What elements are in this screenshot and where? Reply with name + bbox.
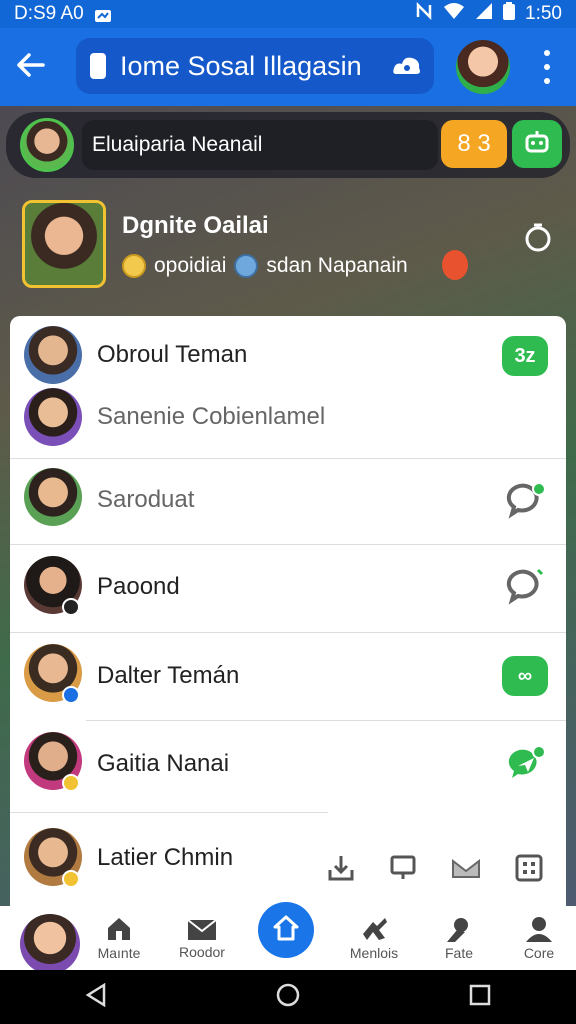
nav-item-fate[interactable]: Fate xyxy=(419,906,499,970)
profile-image[interactable] xyxy=(22,200,106,288)
nav-label: Core xyxy=(523,944,555,961)
nfc-icon xyxy=(415,1,433,26)
app-bar: Iome Sosal Illagasin xyxy=(0,28,576,106)
divider xyxy=(10,458,566,459)
home-icon xyxy=(271,913,301,948)
person-icon xyxy=(445,916,473,945)
list-item[interactable]: Paoond xyxy=(10,556,566,618)
nav-home-button[interactable] xyxy=(258,902,314,958)
nav-avatar[interactable] xyxy=(20,914,80,974)
list-item[interactable]: Dalter Temán ∞ xyxy=(10,644,566,708)
profile-subtitle: opoidiai sdan Napanain xyxy=(122,254,408,278)
message-icon xyxy=(94,7,112,22)
search-input[interactable]: Eluaiparia Neanail xyxy=(82,120,438,170)
list-item-name: Saroduat xyxy=(97,486,195,513)
list-item[interactable]: Gaitia Nanai xyxy=(10,732,566,796)
nav-label: Maınte xyxy=(97,944,141,961)
nav-item-home[interactable]: Maınte xyxy=(79,906,159,970)
page-title: Iome Sosal Illagasin xyxy=(120,50,362,81)
title-pill[interactable]: Iome Sosal Illagasin xyxy=(76,38,434,94)
back-button[interactable] xyxy=(0,28,60,106)
profile-card[interactable]: Dgnite Oailai opoidiai sdan Napanain xyxy=(22,200,562,296)
list-item[interactable]: Obroul Teman 3z xyxy=(10,324,566,386)
nav-item-core[interactable]: Core xyxy=(499,906,576,970)
unread-badge[interactable]: 3z xyxy=(502,336,548,376)
bottom-nav: Maınte Roodor Menlois Fate Core xyxy=(0,902,576,974)
divider xyxy=(10,812,328,813)
list-item-name: Obroul Teman xyxy=(97,341,248,368)
status-bar: D:S9 A0 1:50 xyxy=(0,0,576,28)
puzzle-icon xyxy=(359,916,389,945)
send-icon[interactable] xyxy=(506,744,546,784)
status-badge xyxy=(62,870,80,888)
signal-icon xyxy=(475,3,493,25)
list-item-name: Paoond xyxy=(97,573,180,600)
profile-sub1: opoidiai xyxy=(154,254,227,277)
nav-label: Menlois xyxy=(349,944,399,961)
nav-item-reader[interactable]: Roodor xyxy=(162,906,242,970)
list-item-name: Sanenie Cobienlamel xyxy=(97,403,326,430)
counter-badge[interactable]: 8 3 xyxy=(441,120,507,168)
battery-icon xyxy=(503,2,516,26)
coin-icon xyxy=(122,254,146,278)
divider xyxy=(86,720,566,721)
list-item-name: Dalter Temán xyxy=(97,662,240,689)
download-icon[interactable] xyxy=(327,854,355,887)
monitor-icon[interactable] xyxy=(389,854,417,887)
divider xyxy=(10,632,566,633)
grid-icon[interactable] xyxy=(515,854,543,887)
wifi-icon xyxy=(443,3,465,25)
profile-name: Dgnite Oailai xyxy=(122,212,269,239)
avatar[interactable] xyxy=(24,326,82,384)
profile-icon xyxy=(525,916,553,945)
status-time: D:S9 A0 xyxy=(14,3,84,24)
nav-item-members[interactable]: Menlois xyxy=(334,906,414,970)
row-toolbar xyxy=(310,840,560,900)
balloon-icon xyxy=(442,250,468,280)
avatar[interactable] xyxy=(24,468,82,526)
bot-button[interactable] xyxy=(512,120,562,168)
list-item[interactable]: Sanenie Cobienlamel xyxy=(10,386,566,448)
status-badge xyxy=(62,686,80,704)
friends-list: Obroul Teman 3z Sanenie Cobienlamel Saro… xyxy=(10,316,566,908)
gift-icon xyxy=(234,254,259,278)
house-icon xyxy=(106,916,132,945)
more-vert-icon[interactable] xyxy=(536,50,558,84)
phone-icon xyxy=(90,53,106,79)
chat-icon[interactable] xyxy=(506,480,546,520)
search-avatar[interactable] xyxy=(20,118,74,172)
status-badge xyxy=(62,774,80,792)
system-nav-bar xyxy=(0,970,576,1024)
profile-sub2: sdan Napanain xyxy=(266,254,408,277)
inbox-icon[interactable] xyxy=(451,855,481,886)
list-item[interactable]: Saroduat xyxy=(10,468,566,532)
status-badge xyxy=(62,598,80,616)
recents-square-icon[interactable] xyxy=(469,984,491,1011)
timer-icon[interactable] xyxy=(524,222,552,257)
link-badge[interactable]: ∞ xyxy=(502,656,548,696)
back-triangle-icon[interactable] xyxy=(85,982,107,1012)
nav-label: Fate xyxy=(444,944,473,961)
divider xyxy=(10,544,566,545)
avatar[interactable] xyxy=(24,388,82,446)
cloud-icon[interactable] xyxy=(392,54,422,85)
mail-icon xyxy=(187,917,217,944)
nav-label: Roodor xyxy=(179,943,225,960)
list-item-name: Latier Chmin xyxy=(97,844,234,871)
robot-icon xyxy=(523,129,551,160)
back-arrow-icon xyxy=(15,52,45,83)
status-clock: 1:50 xyxy=(525,3,562,24)
user-avatar[interactable] xyxy=(456,40,510,94)
list-item-name: Gaitia Nanai xyxy=(97,750,230,777)
home-circle-icon[interactable] xyxy=(276,983,300,1012)
chat-icon[interactable] xyxy=(506,566,546,606)
